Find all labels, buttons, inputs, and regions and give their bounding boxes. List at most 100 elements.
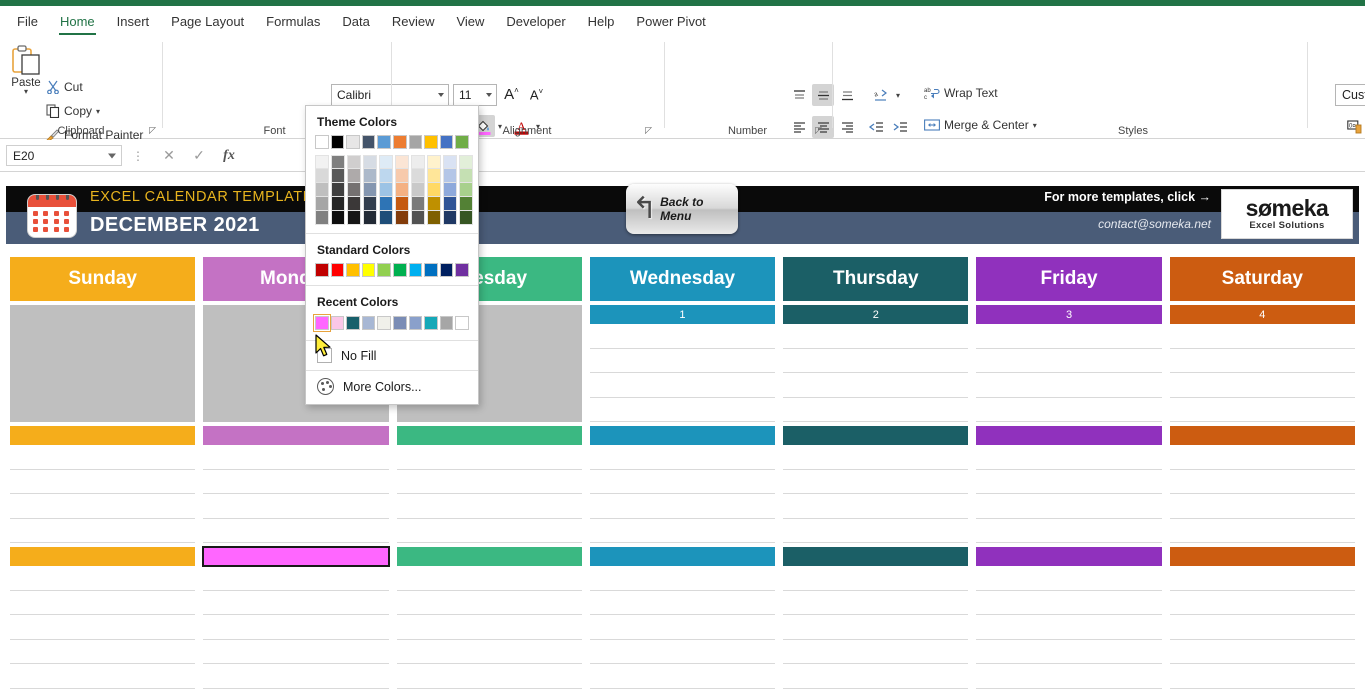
- calendar-note-line[interactable]: [590, 664, 775, 689]
- contact-text[interactable]: contact@someka.net: [1098, 217, 1211, 231]
- theme-color-column-9[interactable]: [459, 155, 473, 225]
- calendar-note-line[interactable]: [783, 445, 968, 470]
- calendar-day-cell[interactable]: [397, 426, 582, 543]
- calendar-note-line[interactable]: [1170, 324, 1355, 349]
- calendar-note-line[interactable]: [783, 494, 968, 519]
- theme-color-variant-9-2[interactable]: [459, 183, 473, 197]
- calendar-day-number[interactable]: 4: [1170, 305, 1355, 324]
- ribbon-tab-page-layout[interactable]: Page Layout: [160, 11, 255, 36]
- theme-color-variant-1-0[interactable]: [331, 155, 345, 169]
- theme-color-variant-7-2[interactable]: [427, 183, 441, 197]
- calendar-note-line[interactable]: [976, 566, 1161, 591]
- calendar-day-number[interactable]: [1170, 426, 1355, 445]
- number-dialog-launcher[interactable]: ◸: [815, 125, 822, 136]
- calendar-day-number[interactable]: [10, 426, 195, 445]
- calendar-note-line[interactable]: [590, 349, 775, 374]
- calendar-note-line[interactable]: [976, 615, 1161, 640]
- calendar-day-number[interactable]: [203, 426, 388, 445]
- theme-color-variant-8-3[interactable]: [443, 197, 457, 211]
- theme-color-variant-6-1[interactable]: [411, 169, 425, 183]
- fill-color-dropdown[interactable]: Theme Colors Standard Colors Recent Colo…: [305, 105, 479, 405]
- calendar-day-cell[interactable]: [203, 426, 388, 543]
- ribbon-tab-file[interactable]: File: [6, 11, 49, 36]
- calendar-day-cell[interactable]: [10, 305, 195, 422]
- recent-color-swatch-8[interactable]: [440, 316, 454, 330]
- clipboard-dialog-launcher[interactable]: ◸: [149, 125, 156, 136]
- theme-color-variant-0-1[interactable]: [315, 169, 329, 183]
- theme-color-variant-2-4[interactable]: [347, 211, 361, 225]
- theme-color-column-5[interactable]: [395, 155, 409, 225]
- standard-color-swatch-5[interactable]: [393, 263, 407, 277]
- theme-color-swatch-9[interactable]: [455, 135, 469, 149]
- calendar-note-line[interactable]: [397, 494, 582, 519]
- recent-color-swatch-7[interactable]: [424, 316, 438, 330]
- calendar-note-line[interactable]: [1170, 494, 1355, 519]
- calendar-day-cell[interactable]: [10, 547, 195, 689]
- calendar-note-line[interactable]: [976, 664, 1161, 689]
- calendar-note-line[interactable]: [203, 640, 388, 665]
- theme-colors-variants-grid[interactable]: [306, 155, 478, 225]
- name-box[interactable]: E20: [6, 145, 122, 166]
- theme-color-variant-5-2[interactable]: [395, 183, 409, 197]
- calendar-day-number[interactable]: [590, 547, 775, 566]
- calendar-day-number[interactable]: [10, 547, 195, 566]
- promo-text[interactable]: For more templates, click →: [1044, 190, 1211, 204]
- standard-color-swatch-1[interactable]: [331, 263, 345, 277]
- theme-color-variant-1-1[interactable]: [331, 169, 345, 183]
- calendar-note-line[interactable]: [203, 494, 388, 519]
- calendar-note-line[interactable]: [10, 519, 195, 544]
- calendar-day-number[interactable]: [397, 547, 582, 566]
- calendar-note-line[interactable]: [203, 519, 388, 544]
- theme-color-variant-1-4[interactable]: [331, 211, 345, 225]
- theme-color-variant-4-2[interactable]: [379, 183, 393, 197]
- calendar-note-line[interactable]: [590, 470, 775, 495]
- ribbon-tab-review[interactable]: Review: [381, 11, 446, 36]
- theme-color-variant-4-1[interactable]: [379, 169, 393, 183]
- calendar-note-line[interactable]: [590, 494, 775, 519]
- calendar-day-number[interactable]: 3: [976, 305, 1161, 324]
- calendar-note-line[interactable]: [590, 566, 775, 591]
- calendar-note-line[interactable]: [976, 494, 1161, 519]
- ribbon-tab-power-pivot[interactable]: Power Pivot: [625, 11, 716, 36]
- calendar-day-number[interactable]: [397, 426, 582, 445]
- calendar-note-line[interactable]: [783, 566, 968, 591]
- ribbon-tab-formulas[interactable]: Formulas: [255, 11, 331, 36]
- recent-color-swatch-5[interactable]: [393, 316, 407, 330]
- theme-color-column-6[interactable]: [411, 155, 425, 225]
- theme-color-swatch-0[interactable]: [315, 135, 329, 149]
- calendar-note-line[interactable]: [1170, 470, 1355, 495]
- calendar-day-number[interactable]: [783, 547, 968, 566]
- calendar-note-line[interactable]: [1170, 445, 1355, 470]
- theme-color-variant-0-3[interactable]: [315, 197, 329, 211]
- copy-chevron-down-icon[interactable]: ▾: [96, 107, 100, 116]
- standard-color-swatch-0[interactable]: [315, 263, 329, 277]
- calendar-note-line[interactable]: [976, 349, 1161, 374]
- calendar-day-number[interactable]: 1: [590, 305, 775, 324]
- calendar-note-line[interactable]: [976, 445, 1161, 470]
- name-box-chevron-down-icon[interactable]: [108, 153, 116, 158]
- copy-button[interactable]: Copy ▾: [46, 104, 100, 118]
- calendar-note-line[interactable]: [590, 398, 775, 423]
- calendar-note-line[interactable]: [1170, 566, 1355, 591]
- calendar-note-line[interactable]: [10, 640, 195, 665]
- theme-color-variant-5-4[interactable]: [395, 211, 409, 225]
- calendar-note-line[interactable]: [783, 519, 968, 544]
- theme-color-variant-6-0[interactable]: [411, 155, 425, 169]
- calendar-note-line[interactable]: [10, 664, 195, 689]
- theme-color-variant-9-3[interactable]: [459, 197, 473, 211]
- theme-color-column-0[interactable]: [315, 155, 329, 225]
- theme-color-swatch-7[interactable]: [424, 135, 438, 149]
- calendar-note-line[interactable]: [397, 470, 582, 495]
- ribbon-tab-developer[interactable]: Developer: [495, 11, 576, 36]
- insert-function-icon[interactable]: fx: [214, 148, 244, 164]
- theme-color-variant-2-3[interactable]: [347, 197, 361, 211]
- standard-color-swatch-9[interactable]: [455, 263, 469, 277]
- calendar-note-line[interactable]: [590, 615, 775, 640]
- calendar-day-cell[interactable]: [976, 426, 1161, 543]
- theme-color-variant-2-2[interactable]: [347, 183, 361, 197]
- calendar-note-line[interactable]: [590, 373, 775, 398]
- theme-color-column-1[interactable]: [331, 155, 345, 225]
- theme-color-swatch-6[interactable]: [409, 135, 423, 149]
- calendar-day-cell[interactable]: 3: [976, 305, 1161, 422]
- theme-color-variant-2-1[interactable]: [347, 169, 361, 183]
